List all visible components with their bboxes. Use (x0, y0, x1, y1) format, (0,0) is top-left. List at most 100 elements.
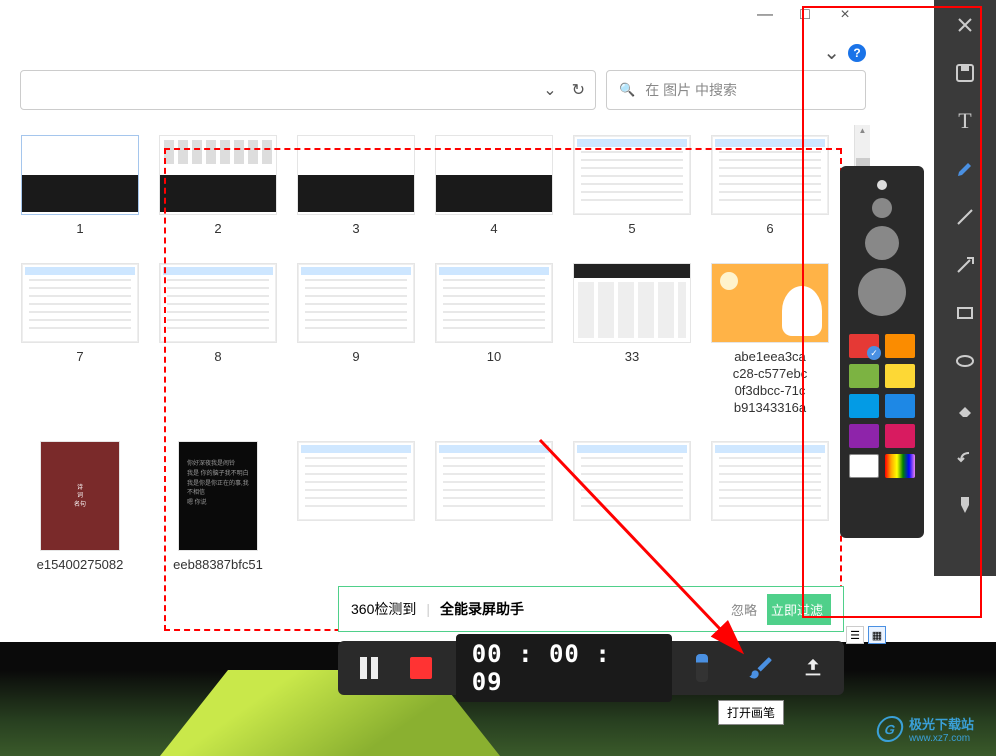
thumbnail-item[interactable] (572, 441, 692, 574)
dropdown-chevron-icon[interactable]: ⌄ (543, 80, 556, 100)
path-box[interactable]: ⌄ ↻ (20, 70, 596, 110)
eraser-icon (955, 399, 975, 419)
thumbnail-label: 10 (435, 349, 553, 366)
thumbnail-item[interactable]: 诗词名句e15400275082 (20, 441, 140, 574)
brush-size-option[interactable] (865, 226, 899, 260)
arrow-icon (955, 255, 975, 275)
thumbnail-item[interactable]: 3 (296, 135, 416, 238)
toolbar-ellipse-button[interactable] (945, 346, 985, 376)
thumbnail-label: 9 (297, 349, 415, 366)
thumbnail-image (573, 263, 691, 343)
watermark: G 极光下载站 www.xz7.com (877, 714, 974, 744)
help-icon[interactable]: ? (848, 44, 866, 62)
toolbar-save-button[interactable] (945, 58, 985, 88)
color-swatch[interactable] (885, 454, 915, 478)
thumbnail-image (435, 135, 553, 215)
ellipse-icon (955, 351, 975, 371)
notification-bar: 360检测到 | 全能录屏助手 忽略 立即过滤 (338, 586, 844, 632)
toolbar-close-button[interactable] (945, 10, 985, 40)
minimize-button[interactable]: — (755, 5, 775, 25)
pen-icon (955, 159, 975, 179)
audio-level-icon (696, 654, 708, 682)
thumbnail-item[interactable]: 2 (158, 135, 278, 238)
thumbnail-item[interactable]: 8 (158, 263, 278, 417)
thumbnail-image (159, 263, 277, 343)
thumbnail-item[interactable] (710, 441, 830, 574)
thumbnail-item[interactable] (296, 441, 416, 574)
color-swatch[interactable] (849, 454, 879, 478)
thumbnail-item[interactable]: abe1eea3cac28-c577ebc0f3dbcc-71cb9134331… (710, 263, 830, 417)
toolbar-pen-button[interactable] (945, 154, 985, 184)
search-input[interactable]: 🔍 在 图片 中搜索 (606, 70, 866, 110)
thumbnail-item[interactable] (434, 441, 554, 574)
search-icon: 🔍 (619, 82, 635, 98)
thumbnail-image (159, 135, 277, 215)
camera-icon (802, 657, 824, 679)
view-mode-b[interactable]: ▦ (868, 626, 886, 644)
line-icon (955, 207, 975, 227)
watermark-url: www.xz7.com (909, 733, 974, 744)
thumbnail-image: 你好深夜我是闹铃我是 你的脑子我不明白我是你是你正在的事,我不相信嗯 你说 (178, 441, 258, 551)
pause-icon (360, 657, 378, 679)
recording-timer: 00 : 00 : 09 (456, 634, 673, 702)
notification-ignore-button[interactable]: 忽略 (731, 600, 757, 619)
thumbnail-label: 6 (711, 221, 829, 238)
close-button[interactable]: × (835, 5, 855, 25)
thumbnail-item[interactable]: 10 (434, 263, 554, 417)
color-swatch[interactable]: ✓ (849, 334, 879, 358)
color-swatch[interactable] (849, 364, 879, 388)
thumbnail-label: 4 (435, 221, 553, 238)
notification-title: 全能录屏助手 (440, 599, 524, 619)
color-swatch[interactable] (885, 364, 915, 388)
thumbnail-label: abe1eea3cac28-c577ebc0f3dbcc-71cb9134331… (711, 349, 829, 417)
window-controls: — □ × (740, 0, 870, 30)
toolbar-arrow-button[interactable] (945, 250, 985, 280)
thumbnail-item[interactable]: 6 (710, 135, 830, 238)
stop-button[interactable] (404, 651, 438, 685)
close-icon (958, 18, 972, 32)
thumbnail-item[interactable]: 1 (20, 135, 140, 238)
thumbnail-item[interactable]: 9 (296, 263, 416, 417)
thumbnail-item[interactable]: 7 (20, 263, 140, 417)
thumbnail-label: 1 (21, 221, 139, 238)
color-swatch[interactable] (849, 424, 879, 448)
brush-tool-button[interactable] (744, 651, 778, 685)
color-swatch[interactable] (885, 334, 915, 358)
toolbar-undo-button[interactable] (945, 442, 985, 472)
thumbnail-item[interactable]: 你好深夜我是闹铃我是 你的脑子我不明白我是你是你正在的事,我不相信嗯 你说eeb… (158, 441, 278, 574)
camera-button[interactable] (796, 651, 830, 685)
thumbnail-image (21, 135, 139, 215)
pause-button[interactable] (352, 651, 386, 685)
rect-icon (955, 303, 975, 323)
address-bar: ⌄ ↻ 🔍 在 图片 中搜索 (20, 70, 866, 110)
thumbnail-item[interactable]: 33 (572, 263, 692, 417)
maximize-button[interactable]: □ (795, 5, 815, 25)
refresh-icon[interactable]: ↻ (572, 80, 585, 100)
toolbar-brush-button[interactable] (945, 490, 985, 520)
brush-size-option[interactable] (877, 180, 887, 190)
brush-size-option[interactable] (858, 268, 906, 316)
brush-settings-panel: ✓ (840, 166, 924, 538)
thumbnail-item[interactable]: 5 (572, 135, 692, 238)
color-swatch[interactable] (885, 424, 915, 448)
view-mode-a[interactable]: ☰ (846, 626, 864, 644)
color-swatch[interactable] (849, 394, 879, 418)
watermark-logo-icon: G (875, 716, 906, 742)
color-swatch[interactable] (885, 394, 915, 418)
thumbnail-image (573, 441, 691, 521)
thumbnail-image (297, 263, 415, 343)
notification-action-button[interactable]: 立即过滤 (767, 594, 831, 625)
toolbar-rect-button[interactable] (945, 298, 985, 328)
brush2-icon (955, 495, 975, 515)
check-icon: ✓ (867, 346, 881, 360)
toolbar-text-button[interactable]: T (945, 106, 985, 136)
brush-size-option[interactable] (872, 198, 892, 218)
expand-chevron-icon[interactable]: ⌄ (823, 40, 840, 65)
toolbar-line-button[interactable] (945, 202, 985, 232)
thumbnail-image (297, 441, 415, 521)
thumbnail-label: e15400275082 (21, 557, 139, 574)
text-icon: T (958, 108, 971, 134)
thumbnail-item[interactable]: 4 (434, 135, 554, 238)
notification-separator: | (426, 601, 430, 617)
toolbar-eraser-button[interactable] (945, 394, 985, 424)
